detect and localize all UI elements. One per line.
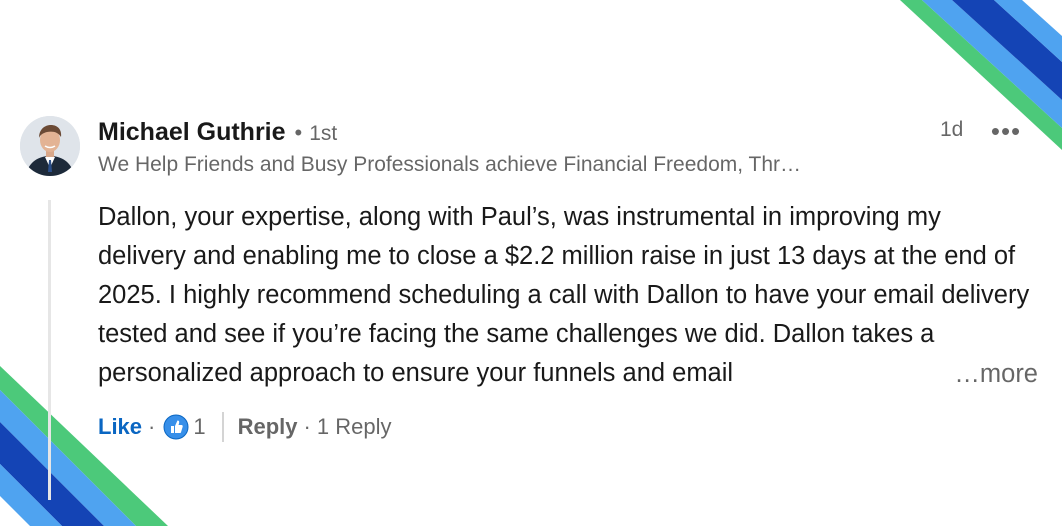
author-row: Michael Guthrie • 1st (98, 118, 337, 147)
comment-text: Dallon, your expertise, along with Paul’… (98, 203, 1030, 387)
comment-body: Dallon, your expertise, along with Paul’… (98, 198, 1038, 394)
avatar-portrait (20, 116, 80, 176)
reply-count[interactable]: 1 Reply (317, 414, 392, 440)
like-button[interactable]: Like (98, 414, 142, 440)
avatar[interactable] (20, 116, 80, 176)
more-options-icon[interactable]: ••• (986, 118, 1026, 144)
separator-dot: · (148, 414, 156, 439)
reaction-count[interactable]: 1 (193, 414, 205, 440)
author-headline: We Help Friends and Busy Professionals a… (98, 153, 802, 176)
thread-line (48, 200, 51, 500)
connection-degree: 1st (309, 122, 338, 145)
separator-dot: · (303, 414, 311, 439)
timestamp: 1d (940, 118, 964, 141)
separator-dot: • (294, 120, 303, 145)
author-name[interactable]: Michael Guthrie (98, 118, 286, 147)
see-more-button[interactable]: …more (944, 355, 1038, 394)
action-divider (221, 412, 224, 442)
reply-button[interactable]: Reply (238, 414, 298, 440)
comment-actions: Like · 1 Reply · 1 Reply (98, 412, 391, 442)
thumbs-up-icon[interactable] (163, 414, 189, 440)
comment: Michael Guthrie • 1st We Help Friends an… (18, 112, 1048, 500)
